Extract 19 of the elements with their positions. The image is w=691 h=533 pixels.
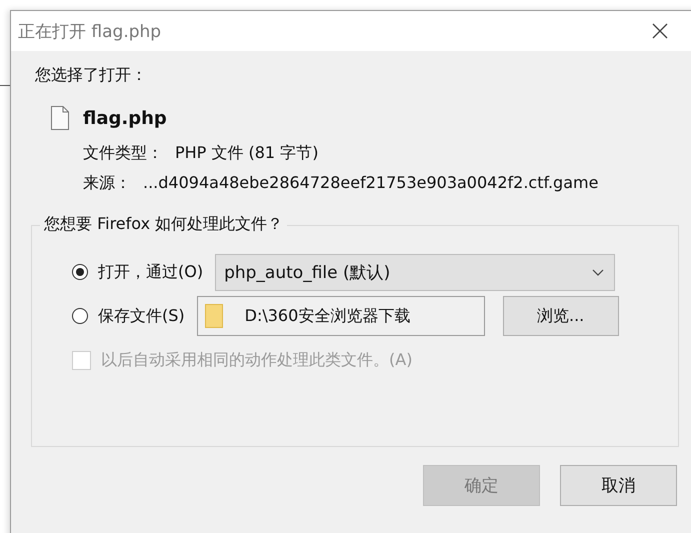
document-icon	[51, 106, 69, 130]
info-value: PHP 文件 (81 字节)	[175, 143, 318, 163]
dialog-button[interactable]: 取消	[560, 465, 677, 506]
info-label: 文件类型：	[83, 143, 163, 163]
radio-button[interactable]	[72, 308, 88, 324]
close-icon[interactable]	[652, 23, 668, 39]
radio-label[interactable]: 保存文件(S)	[98, 306, 185, 326]
file-name: flag.php	[83, 108, 167, 128]
intro-text: 您选择了打开：	[35, 65, 148, 86]
chevron-down-icon	[592, 268, 604, 276]
radio-label[interactable]: 打开，通过(O)	[98, 262, 204, 282]
radio-button[interactable]	[72, 264, 88, 280]
folder-path-field[interactable]: D:\360安全浏览器下载	[196, 296, 485, 336]
app-dropdown[interactable]: php_auto_file (默认)	[215, 254, 616, 290]
browse-button[interactable]: 浏览...	[502, 296, 619, 336]
info-value: ...d4094a48ebe2864728eef21753e903a0042f2.ctf.game	[143, 173, 598, 193]
window-title: 正在打开 flag.php	[18, 20, 162, 42]
info-label: 来源：	[83, 173, 131, 193]
folder-icon	[204, 304, 223, 328]
